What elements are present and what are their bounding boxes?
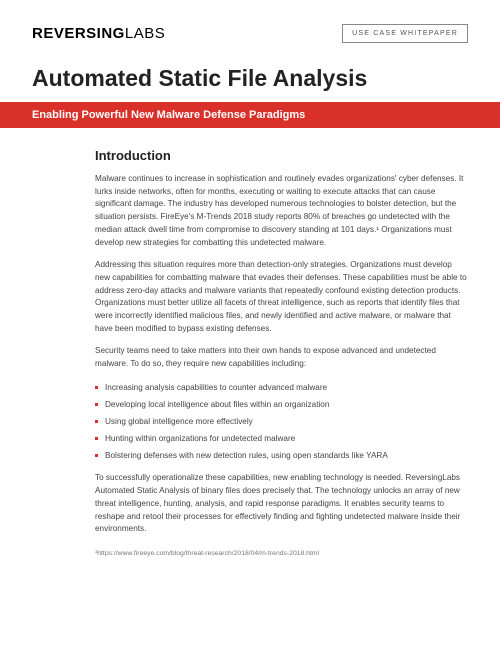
doc-type-badge: USE CASE WHITEPAPER [342, 24, 468, 43]
intro-paragraph-1: Malware continues to increase in sophist… [95, 173, 468, 249]
footnote: ¹https://www.fireeye.com/blog/threat-res… [95, 550, 468, 557]
section-heading-introduction: Introduction [95, 148, 468, 163]
list-item: Bolstering defenses with new detection r… [95, 449, 468, 462]
list-item: Developing local intelligence about file… [95, 398, 468, 411]
logo-prefix: REVERSING [32, 25, 125, 42]
capabilities-list: Increasing analysis capabilities to coun… [95, 381, 468, 463]
header-row: REVERSINGLABS USE CASE WHITEPAPER [32, 24, 468, 43]
list-item: Increasing analysis capabilities to coun… [95, 381, 468, 394]
page: REVERSINGLABS USE CASE WHITEPAPER Automa… [0, 0, 500, 577]
subtitle-bar: Enabling Powerful New Malware Defense Pa… [0, 102, 500, 128]
list-item: Hunting within organizations for undetec… [95, 432, 468, 445]
page-title: Automated Static File Analysis [32, 65, 468, 92]
intro-paragraph-3: Security teams need to take matters into… [95, 345, 468, 370]
list-item: Using global intelligence more effective… [95, 415, 468, 428]
intro-paragraph-2: Addressing this situation requires more … [95, 259, 468, 335]
brand-logo: REVERSINGLABS [32, 25, 165, 42]
logo-suffix: LABS [125, 25, 165, 42]
intro-paragraph-4: To successfully operationalize these cap… [95, 472, 468, 536]
content-area: Introduction Malware continues to increa… [32, 148, 468, 557]
